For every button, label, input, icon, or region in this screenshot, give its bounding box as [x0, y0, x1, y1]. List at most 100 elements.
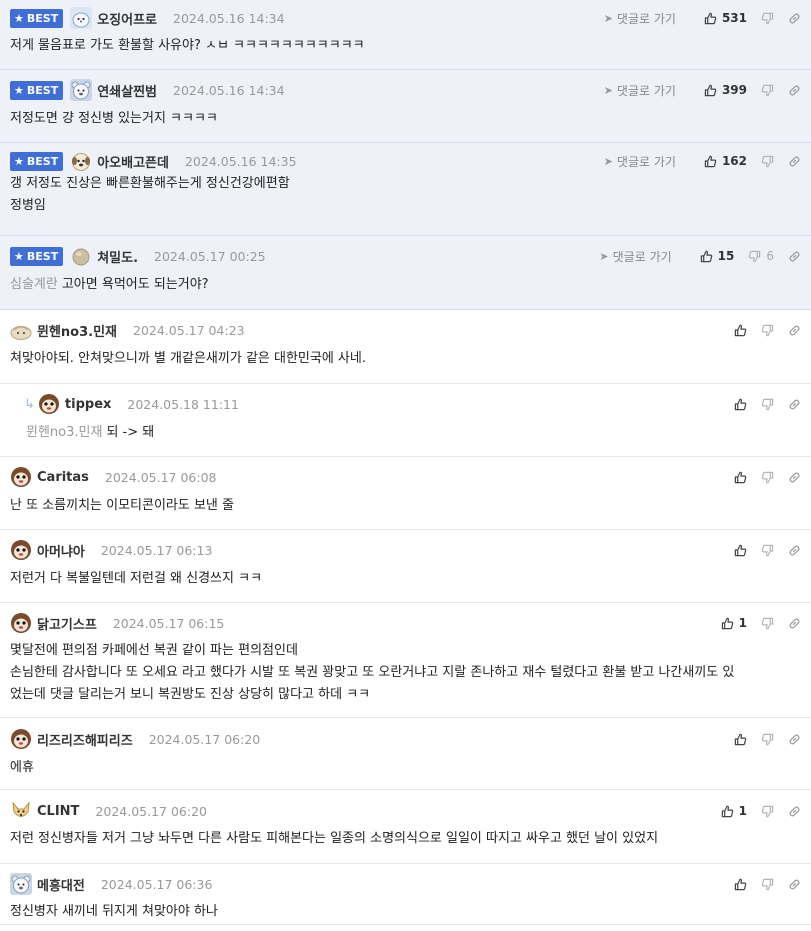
copy-link-button[interactable] [788, 805, 801, 818]
monkey-avatar[interactable] [10, 539, 32, 561]
comment: 리즈리즈해피리즈 2024.05.17 06:20 에휴 [0, 718, 811, 790]
goto-comment-link[interactable]: ➤ 댓글로 가기 [604, 82, 676, 99]
goto-comment-link[interactable]: ➤ 댓글로 가기 [599, 248, 671, 265]
mention-nickname[interactable]: 심술계란 [10, 277, 58, 292]
comment-header: CLINT 2024.05.17 06:20 [10, 801, 207, 821]
goto-comment-link[interactable]: ➤ 댓글로 가기 [604, 10, 676, 27]
link-icon [788, 84, 801, 97]
dislike-button[interactable] [761, 544, 774, 557]
dislike-button[interactable] [761, 398, 774, 411]
nickname[interactable]: tippex [65, 397, 111, 412]
bear-avatar[interactable] [70, 79, 93, 101]
dislike-button[interactable] [761, 12, 774, 25]
comment-date: 2024.05.17 06:20 [95, 803, 207, 819]
nickname[interactable]: 쳐밀도. [97, 247, 138, 266]
thumbs-down-icon [761, 12, 774, 25]
comment-body: 심술계란 고아면 욕먹어도 되는거야? [10, 274, 801, 296]
comment-line: 뮌헨no3.민재 되 -> 돼 [26, 425, 155, 440]
copy-link-button[interactable] [788, 398, 801, 411]
copy-link-button[interactable] [788, 544, 801, 557]
dislike-button[interactable] [761, 155, 774, 168]
like-button[interactable] [734, 544, 747, 557]
comment-date: 2024.05.17 06:13 [100, 542, 213, 558]
mention-nickname[interactable]: 뮌헨no3.민재 [26, 425, 102, 440]
dislike-button[interactable] [761, 878, 774, 891]
comment-line: 에휴 [10, 760, 34, 775]
like-count: 1 [738, 616, 747, 630]
comment-line: 저정도면 걍 정신병 있는거지 ㅋㅋㅋㅋ [10, 111, 218, 126]
dislike-button[interactable] [761, 84, 774, 97]
dislike-button[interactable] [761, 324, 774, 337]
best-badge: ★ BEST [10, 246, 64, 266]
like-button[interactable]: 1 [721, 616, 747, 630]
dislike-button[interactable] [761, 733, 774, 746]
goto-comment-link[interactable]: ➤ 댓글로 가기 [604, 153, 676, 170]
seal-avatar[interactable] [70, 7, 93, 29]
orb-avatar[interactable] [70, 245, 92, 267]
thumbs-up-icon [734, 398, 747, 411]
copy-link-button[interactable] [788, 84, 801, 97]
comment-line: 정병임 [10, 198, 46, 213]
best-badge: ★ BEST [10, 80, 64, 100]
comment-header: 리즈리즈해피리즈 2024.05.17 06:20 [10, 729, 260, 749]
monkey-avatar[interactable] [38, 393, 60, 415]
link-icon [788, 805, 801, 818]
dumpling-avatar[interactable] [10, 319, 32, 341]
nickname[interactable]: Caritas [37, 470, 89, 485]
copy-link-button[interactable] [788, 324, 801, 337]
comment-date: 2024.05.16 14:34 [173, 10, 285, 26]
nickname[interactable]: 리즈리즈해피리즈 [37, 730, 133, 749]
dislike-button[interactable] [761, 471, 774, 484]
monkey-avatar[interactable] [10, 728, 32, 750]
like-button[interactable] [734, 878, 747, 891]
nickname[interactable]: CLINT [37, 804, 79, 819]
comment-date: 2024.05.17 06:20 [148, 731, 261, 747]
comment-date: 2024.05.17 04:23 [133, 322, 245, 338]
best-badge: ★ BEST [10, 8, 64, 28]
copy-link-button[interactable] [788, 155, 801, 168]
nickname[interactable]: 닭고기스프 [37, 614, 97, 633]
fox-avatar[interactable] [10, 800, 32, 822]
copy-link-button[interactable] [788, 471, 801, 484]
like-button[interactable] [734, 398, 747, 411]
monkey-avatar[interactable] [10, 612, 32, 634]
like-button[interactable]: 162 [704, 154, 747, 168]
like-button[interactable] [734, 733, 747, 746]
link-icon [788, 398, 801, 411]
like-button[interactable] [734, 471, 747, 484]
comment-date: 2024.05.17 06:08 [104, 469, 217, 485]
comment-date: 2024.05.17 06:15 [112, 615, 225, 631]
copy-link-button[interactable] [788, 733, 801, 746]
like-button[interactable]: 399 [704, 83, 747, 97]
comment-date: 2024.05.18 11:11 [127, 396, 239, 412]
nickname[interactable]: 아오배고픈데 [97, 152, 169, 171]
copy-link-button[interactable] [788, 250, 801, 263]
thumbs-down-icon [761, 805, 774, 818]
comment-header: 메흥대전 2024.05.17 06:36 [10, 873, 212, 895]
dislike-button[interactable] [761, 805, 774, 818]
monkey-avatar[interactable] [10, 466, 32, 488]
thumbs-up-icon [704, 84, 717, 97]
star-icon: ★ [14, 11, 24, 25]
comment-date: 2024.05.16 14:34 [173, 82, 285, 98]
comment: 메흥대전 2024.05.17 06:36 정신병자 새끼네 뒤지게 쳐맞아야 하나 [0, 864, 811, 925]
copy-link-button[interactable] [788, 878, 801, 891]
nickname[interactable]: 연쇄살찐범 [97, 81, 157, 100]
nickname[interactable]: 아머냐아 [37, 541, 85, 560]
dog-avatar[interactable] [70, 150, 92, 172]
reply-comment: ↳ tippex 2024.05.18 11:11 뮌헨no3.민재 되 -> 돼 [0, 384, 811, 457]
dislike-button[interactable] [761, 617, 774, 630]
like-button[interactable]: 531 [704, 11, 747, 25]
nickname[interactable]: 오징어프로 [97, 9, 157, 28]
comment-body: 쳐맞아야되. 안쳐맞으니까 별 개같은새끼가 같은 대한민국에 사네. [10, 348, 801, 370]
nickname[interactable]: 메흥대전 [37, 875, 85, 894]
copy-link-button[interactable] [788, 12, 801, 25]
dislike-button[interactable]: 6 [748, 249, 774, 263]
like-button[interactable]: 15 [700, 249, 734, 263]
like-button[interactable] [734, 324, 747, 337]
link-icon [788, 617, 801, 630]
nickname[interactable]: 뮌헨no3.민재 [37, 321, 117, 340]
bear-avatar[interactable] [10, 873, 32, 895]
copy-link-button[interactable] [788, 617, 801, 630]
like-button[interactable]: 1 [721, 804, 747, 818]
